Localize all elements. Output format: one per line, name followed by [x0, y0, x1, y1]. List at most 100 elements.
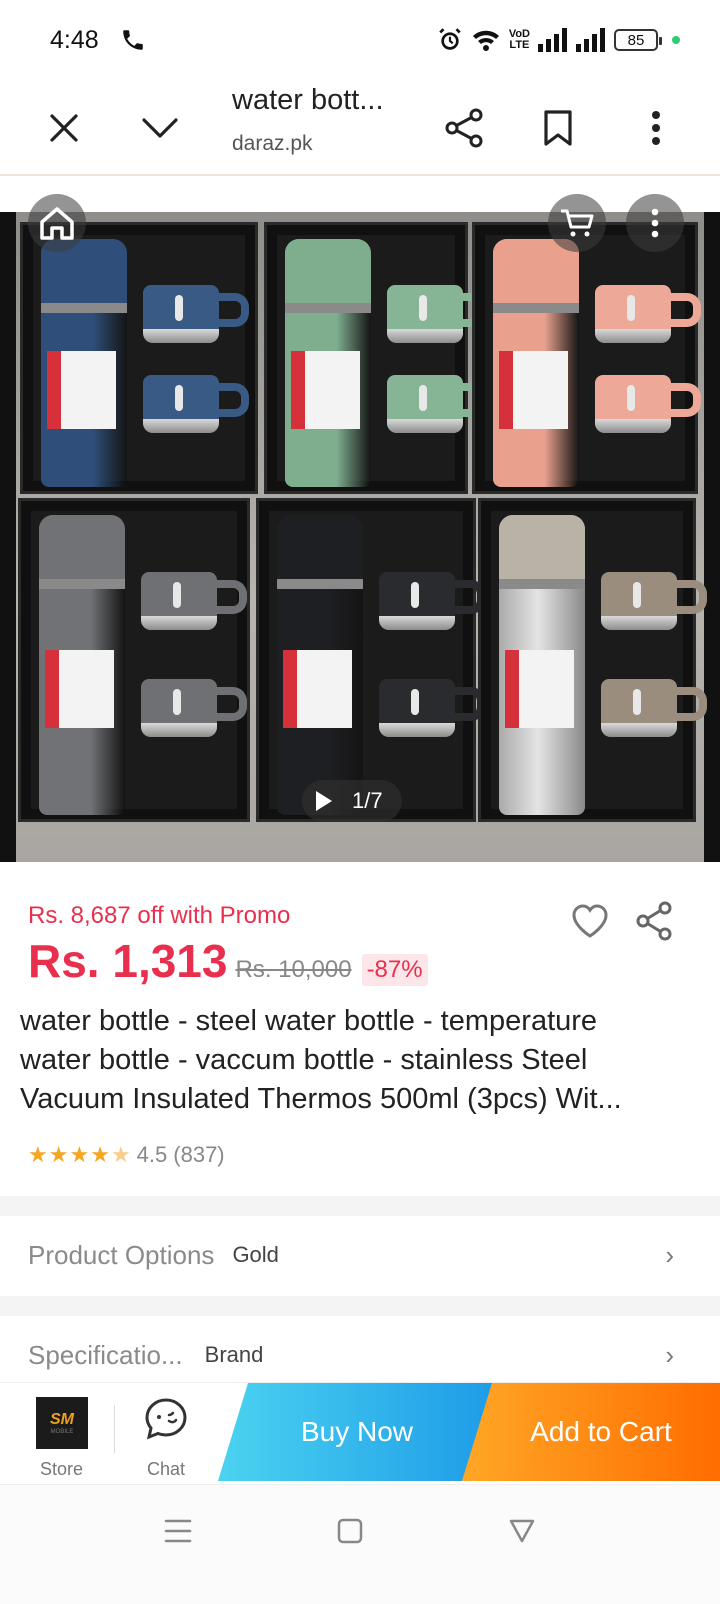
share-icon[interactable]	[634, 900, 674, 942]
add-to-cart-button[interactable]: Add to Cart	[462, 1383, 720, 1481]
volte-bottom: LTE	[509, 39, 530, 51]
bottle-band	[499, 579, 585, 589]
product-image-gallery[interactable]	[0, 212, 720, 862]
status-bar: 4:48 VoD LTE 85	[0, 0, 720, 80]
bottle-band	[41, 303, 127, 313]
cup-rim	[379, 723, 455, 737]
close-icon	[50, 114, 78, 142]
product-options-row[interactable]: Product Options Gold ›	[0, 1216, 720, 1294]
bottle-cap	[285, 239, 371, 309]
cup	[595, 375, 701, 433]
bottle-label	[291, 351, 360, 429]
bottle-label	[283, 650, 352, 728]
chat-label[interactable]: Chat	[147, 1459, 185, 1480]
bottle	[277, 515, 363, 815]
gift-box	[472, 222, 701, 494]
cup	[141, 572, 247, 630]
bottle-band	[277, 579, 363, 589]
gallery-edge-right	[704, 212, 720, 862]
bottle-label	[499, 351, 568, 429]
gift-box	[264, 222, 493, 494]
cart-button[interactable]	[548, 194, 606, 252]
cup-rim	[141, 723, 217, 737]
cup	[143, 285, 249, 343]
minimize-button[interactable]	[132, 100, 188, 156]
back-triangle-icon	[509, 1519, 535, 1543]
cart-icon	[561, 209, 594, 237]
original-price: Rs. 10,000	[235, 956, 352, 983]
gift-box	[18, 498, 250, 822]
close-button[interactable]	[36, 100, 92, 156]
product-title-line: water bottle - vaccum bottle - stainless…	[20, 1044, 588, 1076]
rating[interactable]: ★ ★ ★ ★ ★ 4.5 (837)	[28, 1142, 225, 1168]
more-button[interactable]	[628, 100, 684, 156]
bottle-band	[493, 303, 579, 313]
gift-box	[256, 498, 485, 822]
share-button[interactable]	[436, 100, 492, 156]
cup	[595, 285, 701, 343]
bookmark-button[interactable]	[530, 100, 586, 156]
bottle	[285, 239, 371, 487]
wishlist-heart-icon[interactable]	[570, 902, 610, 940]
cup	[601, 679, 707, 737]
specifications-value: Brand	[204, 1342, 264, 1367]
signal-icon	[538, 28, 567, 52]
cup	[141, 679, 247, 737]
cup-handle	[673, 687, 707, 721]
star-icon: ★	[48, 1142, 69, 1167]
divider	[114, 1405, 115, 1453]
status-time: 4:48	[50, 26, 99, 54]
chat-icon[interactable]	[144, 1397, 188, 1441]
cup-slot	[627, 385, 635, 411]
home-nav-button[interactable]	[330, 1511, 370, 1551]
home-button[interactable]	[28, 194, 86, 252]
product-options-label: Product Options	[28, 1239, 215, 1270]
cup-slot	[173, 582, 181, 608]
page-title: water bott...	[232, 84, 384, 116]
chevron-down-icon	[142, 118, 178, 138]
section-divider	[0, 1196, 720, 1216]
battery-icon: 85	[614, 29, 662, 51]
cup	[143, 375, 249, 433]
back-nav-button[interactable]	[502, 1511, 542, 1551]
bottle-band	[39, 579, 125, 589]
cup-slot	[633, 582, 641, 608]
bottle-cap	[39, 515, 125, 585]
cup-rim	[141, 616, 217, 630]
buy-now-button[interactable]: Buy Now	[218, 1383, 496, 1481]
phone-call-icon	[123, 30, 143, 50]
more-vertical-icon	[652, 111, 660, 145]
cup-handle	[215, 293, 249, 327]
menu-icon	[164, 1519, 192, 1543]
signal-icon-2	[576, 28, 605, 52]
bottle-label	[505, 650, 574, 728]
cup-handle	[215, 383, 249, 417]
cup-slot	[175, 385, 183, 411]
product-title: water bottle - steel water bottle - temp…	[20, 1002, 680, 1119]
bottle	[499, 515, 585, 815]
recent-apps-button[interactable]	[158, 1511, 198, 1551]
image-counter[interactable]: 1/7	[302, 780, 402, 822]
star-icon: ★	[110, 1142, 131, 1167]
star-icon: ★	[90, 1142, 110, 1167]
store-logo-subtext: MOBILE	[50, 1429, 74, 1435]
section-divider	[0, 1296, 720, 1316]
cup-handle	[667, 383, 701, 417]
cup-rim	[143, 419, 219, 433]
cup-slot	[419, 295, 427, 321]
star-icon: ★	[28, 1142, 48, 1167]
store-button[interactable]: SM MOBILE	[36, 1397, 88, 1449]
rating-stars: ★ ★ ★ ★ ★	[28, 1142, 131, 1168]
bottle-label	[45, 650, 114, 728]
cup-slot	[411, 582, 419, 608]
cup-rim	[595, 329, 671, 343]
rating-value: 4.5	[136, 1142, 168, 1167]
bookmark-icon	[544, 110, 572, 146]
product-title-line: Vacuum Insulated Thermos 500ml (3pcs) Wi…	[20, 1083, 622, 1115]
gift-box	[478, 498, 707, 822]
cup-rim	[387, 419, 463, 433]
store-label[interactable]: Store	[40, 1459, 83, 1480]
volte-indicator: VoD LTE	[509, 29, 530, 51]
bottle	[493, 239, 579, 487]
gallery-more-button[interactable]	[626, 194, 684, 252]
